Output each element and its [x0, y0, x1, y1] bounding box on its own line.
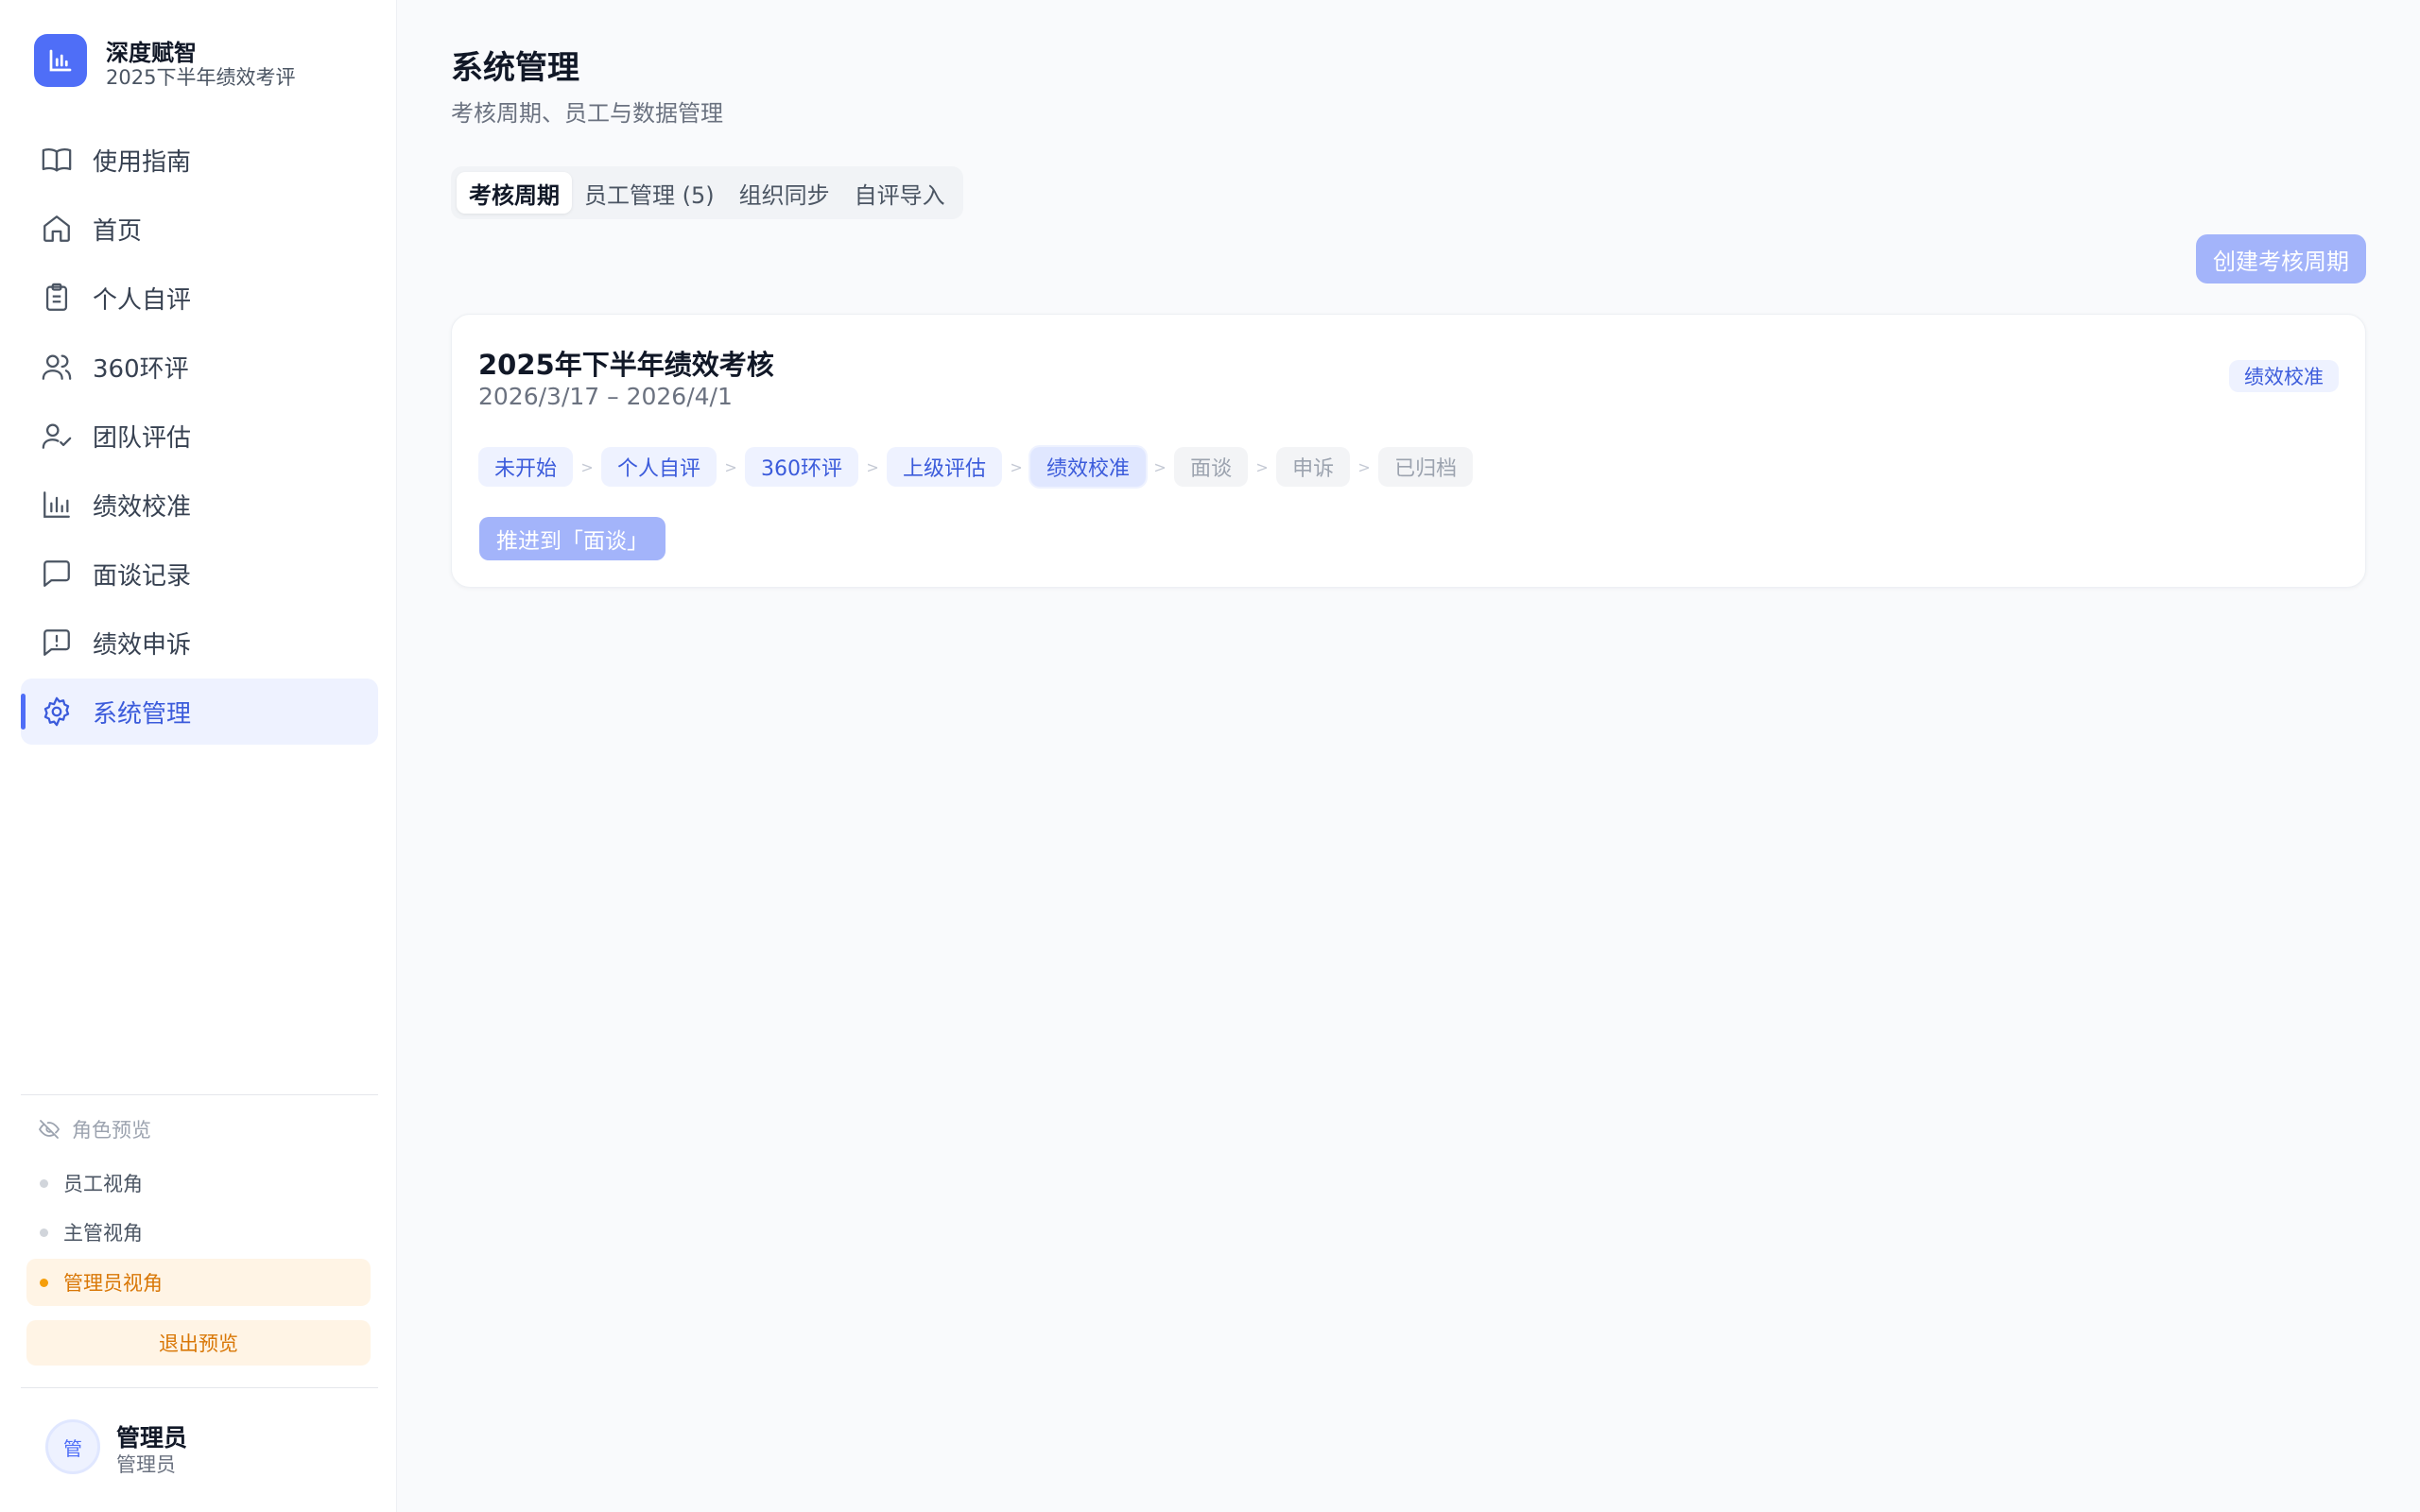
chevron-right-icon: >: [866, 457, 879, 476]
advance-stage-button[interactable]: 推进到「面谈」: [479, 517, 666, 560]
tab-employee-management[interactable]: 员工管理 (5): [572, 172, 727, 214]
user-check-icon: [40, 419, 74, 453]
dot-icon: [40, 1178, 48, 1188]
sidebar: 深度赋智 2025下半年绩效考评 使用指南 首页 个人自评 360环评 团队评估…: [0, 0, 397, 1512]
page-title: 系统管理: [451, 49, 579, 87]
dot-icon: [40, 1278, 48, 1287]
sidebar-item-team-evaluation[interactable]: 团队评估: [21, 403, 378, 469]
message-square-icon: [40, 557, 74, 591]
sidebar-item-label: 绩效校准: [93, 492, 192, 522]
sidebar-item-interview-records[interactable]: 面谈记录: [21, 541, 378, 607]
message-alert-icon: [40, 626, 74, 660]
sidebar-item-360-review[interactable]: 360环评: [21, 334, 378, 400]
sidebar-nav: 使用指南 首页 个人自评 360环评 团队评估 绩效校准 面谈记录 绩效申诉 系…: [21, 127, 378, 747]
bar-chart-icon: [40, 488, 74, 522]
sidebar-item-system-management[interactable]: 系统管理: [21, 679, 378, 745]
chevron-right-icon: >: [1153, 457, 1167, 476]
sidebar-item-label: 首页: [93, 216, 143, 246]
tab-review-cycles[interactable]: 考核周期: [457, 172, 572, 214]
clipboard-icon: [40, 281, 74, 315]
page-subtitle: 考核周期、员工与数据管理: [451, 100, 723, 127]
sidebar-item-label: 绩效申诉: [93, 630, 192, 660]
role-manager-view[interactable]: 主管视角: [26, 1209, 371, 1256]
main-content: 系统管理 考核周期、员工与数据管理 考核周期 员工管理 (5) 组织同步 自评导…: [397, 0, 2420, 1512]
stage-appeal: 申诉: [1276, 447, 1351, 487]
chart-logo-icon: [34, 34, 87, 87]
sidebar-item-appeals[interactable]: 绩效申诉: [21, 610, 378, 676]
chevron-right-icon: >: [1010, 457, 1023, 476]
book-open-icon: [40, 143, 74, 177]
stage-manager-review: 上级评估: [887, 447, 1003, 487]
sidebar-item-label: 360环评: [93, 354, 189, 384]
stage-archived: 已归档: [1378, 447, 1474, 487]
sidebar-item-label: 个人自评: [93, 285, 192, 315]
sidebar-item-guide[interactable]: 使用指南: [21, 127, 378, 193]
chevron-right-icon: >: [1357, 457, 1371, 476]
status-badge: 绩效校准: [2229, 360, 2339, 392]
app: 深度赋智 2025下半年绩效考评 使用指南 首页 个人自评 360环评 团队评估…: [0, 0, 2420, 1512]
avatar: 管: [45, 1419, 100, 1474]
eye-off-icon: [38, 1118, 60, 1141]
divider: [21, 1094, 378, 1095]
stage-not-started: 未开始: [478, 447, 574, 487]
sidebar-item-label: 系统管理: [93, 699, 192, 729]
brand-subtitle: 2025下半年绩效考评: [106, 66, 296, 89]
tab-org-sync[interactable]: 组织同步: [727, 172, 842, 214]
divider: [21, 1387, 378, 1388]
cycle-dates: 2026/3/17 – 2026/4/1: [478, 383, 733, 410]
dot-icon: [40, 1228, 48, 1237]
sidebar-item-calibration[interactable]: 绩效校准: [21, 472, 378, 538]
stage-360-review: 360环评: [745, 447, 859, 487]
exit-preview-button[interactable]: 退出预览: [26, 1320, 371, 1366]
gear-icon: [40, 695, 74, 729]
home-icon: [40, 212, 74, 246]
tab-self-review-import[interactable]: 自评导入: [842, 172, 958, 214]
role-preview-title: 角色预览: [38, 1115, 151, 1143]
chevron-right-icon: >: [580, 457, 594, 476]
sidebar-item-self-review[interactable]: 个人自评: [21, 265, 378, 331]
user-role: 管理员: [116, 1453, 176, 1476]
stage-calibration: 绩效校准: [1030, 447, 1147, 487]
stage-pipeline: 未开始 > 个人自评 > 360环评 > 上级评估 > 绩效校准 > 面谈 > …: [478, 447, 1474, 487]
role-label: 主管视角: [63, 1222, 143, 1245]
role-label: 员工视角: [63, 1173, 143, 1195]
role-admin-view[interactable]: 管理员视角: [26, 1259, 371, 1306]
create-cycle-button[interactable]: 创建考核周期: [2196, 234, 2366, 284]
role-label: 管理员视角: [63, 1272, 163, 1295]
role-preview-label: 角色预览: [72, 1119, 151, 1142]
sidebar-item-label: 团队评估: [93, 423, 192, 453]
chevron-right-icon: >: [1255, 457, 1269, 476]
stage-self-review: 个人自评: [601, 447, 717, 487]
cycle-card: 2025年下半年绩效考核 2026/3/17 – 2026/4/1 绩效校准 未…: [451, 314, 2366, 588]
sidebar-item-home[interactable]: 首页: [21, 196, 378, 262]
chevron-right-icon: >: [724, 457, 737, 476]
sidebar-item-label: 面谈记录: [93, 561, 192, 591]
users-icon: [40, 350, 74, 384]
tab-bar: 考核周期 员工管理 (5) 组织同步 自评导入: [451, 166, 963, 219]
sidebar-item-label: 使用指南: [93, 147, 192, 177]
user-name: 管理员: [116, 1424, 188, 1452]
cycle-title: 2025年下半年绩效考核: [478, 349, 774, 381]
stage-interview: 面谈: [1174, 447, 1249, 487]
role-employee-view[interactable]: 员工视角: [26, 1160, 371, 1207]
